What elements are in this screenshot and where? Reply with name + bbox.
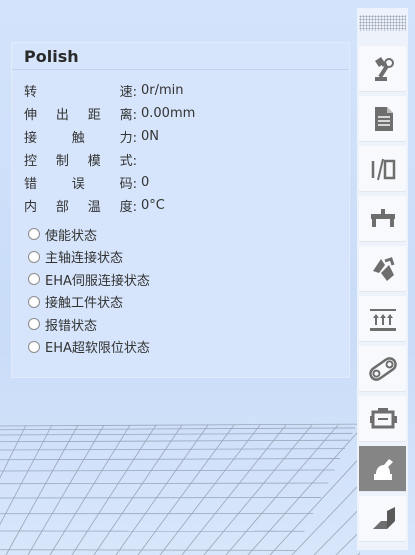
- toolbar-button-conveyor-belt[interactable]: [359, 346, 406, 392]
- toolbar-button-motor[interactable]: [359, 396, 406, 442]
- status-radio: [28, 340, 40, 353]
- toolbar-button-robot-arm[interactable]: [359, 46, 406, 92]
- property-row: 接 触 力: 0N: [24, 126, 159, 146]
- property-value: 0N: [141, 128, 159, 144]
- status-indicator: 报错状态: [28, 314, 97, 334]
- property-row: 伸 出 距 离: 0.00mm: [24, 103, 195, 123]
- toolbar-button-io[interactable]: [359, 146, 406, 192]
- toolbar-button-document[interactable]: [359, 96, 406, 142]
- property-label: 错 误 码:: [24, 173, 141, 192]
- io-icon: [367, 153, 399, 185]
- property-label: 控 制 模 式:: [24, 150, 141, 169]
- status-indicator: EHA伺服连接状态: [28, 269, 150, 289]
- status-label: 接触工件状态: [45, 296, 124, 311]
- status-label: 主轴连接状态: [45, 251, 124, 266]
- tool-bracket-icon: [367, 203, 399, 235]
- toolbar-button-tool-bracket[interactable]: [359, 196, 406, 242]
- robot-arm-icon: [367, 53, 399, 85]
- property-label-char: 控: [24, 153, 38, 169]
- property-row: 控 制 模 式:: [24, 149, 141, 169]
- status-label: 报错状态: [45, 318, 98, 334]
- toolbar-button-corner-plane[interactable]: [359, 496, 406, 542]
- property-label-char: 度:: [119, 199, 137, 215]
- status-indicator: EHA超软限位状态: [28, 337, 150, 357]
- property-row: 错 误 码: 0: [24, 172, 149, 192]
- property-label: 伸 出 距 离:: [24, 104, 141, 123]
- status-label: EHA伺服连接状态: [45, 273, 150, 289]
- property-label-char: 力:: [119, 130, 137, 146]
- status-radio: [28, 228, 40, 240]
- property-value: 0: [141, 174, 150, 190]
- property-label-char: 伸: [24, 107, 38, 123]
- status-radio: [28, 295, 40, 308]
- property-value: 0°C: [141, 197, 165, 213]
- property-value: 0r/min: [141, 82, 184, 98]
- corner-plane-icon: [367, 503, 399, 535]
- property-label-char: 出: [55, 107, 69, 123]
- property-label-char: 式:: [119, 153, 137, 169]
- property-label-char: 距: [87, 107, 101, 123]
- status-radio: [28, 318, 40, 330]
- status-radio: [28, 273, 40, 285]
- toolbar-button-lift-arrows[interactable]: [359, 296, 406, 342]
- property-label-char: 接: [24, 130, 38, 146]
- polish-tool-icon: [367, 453, 399, 485]
- property-label-char: 触: [71, 130, 85, 146]
- property-label-char: 制: [55, 153, 69, 169]
- property-label-char: 码:: [119, 176, 137, 192]
- property-label-char: 模: [87, 153, 101, 169]
- property-row: 转 速: 0r/min: [24, 80, 184, 100]
- polish-panel: Polish 转 速: 0r/min 伸 出 距 离: 0.00mm 接 触 力: 0N 控 制 模 式: 错 误…: [11, 42, 350, 378]
- property-label-char: 离:: [119, 107, 137, 123]
- status-label: EHA超软限位状态: [45, 341, 150, 356]
- motor-icon: [367, 403, 399, 435]
- toolbar-drag-handle[interactable]: [359, 15, 406, 31]
- property-label-char: 误: [71, 176, 85, 192]
- panel-title: Polish: [24, 47, 79, 66]
- status-indicator: 使能状态: [28, 224, 97, 244]
- grid-floor: [0, 423, 360, 555]
- gripper-icon: [367, 253, 399, 285]
- status-label: 使能状态: [45, 228, 98, 244]
- property-row: 内 部 温 度: 0°C: [24, 195, 165, 215]
- toolbar-button-polish-tool[interactable]: [359, 446, 406, 492]
- property-label: 转 速:: [24, 81, 141, 100]
- property-label-char: 转: [24, 84, 38, 100]
- panel-divider: [12, 69, 349, 70]
- status-indicator: 接触工件状态: [28, 292, 123, 312]
- document-icon: [367, 103, 399, 135]
- property-label-char: 温: [87, 199, 101, 215]
- property-label: 接 触 力:: [24, 127, 141, 146]
- toolbar-button-gripper[interactable]: [359, 246, 406, 292]
- property-label-char: 部: [55, 199, 69, 215]
- property-label-char: 内: [24, 199, 38, 215]
- status-radio: [28, 250, 40, 263]
- property-value: 0.00mm: [141, 105, 196, 121]
- property-label-char: 错: [24, 176, 38, 192]
- lift-arrows-icon: [367, 303, 399, 335]
- property-label-char: 速:: [119, 84, 137, 100]
- right-toolbar: [357, 8, 408, 550]
- status-indicator: 主轴连接状态: [28, 247, 123, 267]
- property-label: 内 部 温 度:: [24, 196, 141, 215]
- conveyor-belt-icon: [367, 353, 399, 385]
